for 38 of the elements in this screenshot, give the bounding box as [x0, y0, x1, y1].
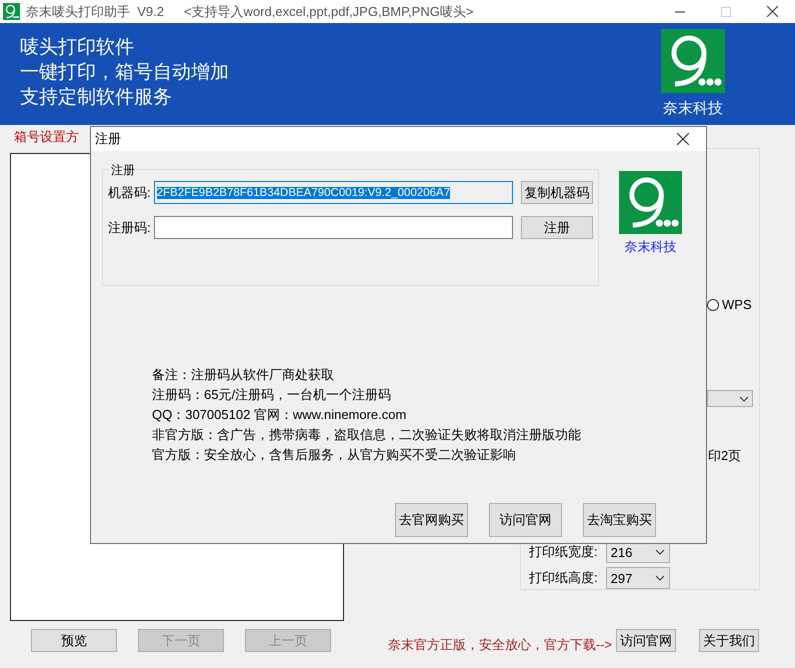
logo-icon — [661, 29, 725, 93]
note-text: 非官方版：含广告，携带病毒，盗取信息，二次验证失败将取消注册版功能 — [152, 426, 582, 443]
banner-text: 一键打印，箱号自动增加 — [20, 62, 229, 84]
field-label: 机器码: — [108, 184, 151, 202]
about-button[interactable]: 关于我们 — [699, 629, 759, 652]
machine-code-field[interactable]: 2FB2FE9B2B78F61B34DBEA790C0019:V9.2_000206A7 — [154, 181, 513, 204]
field-label: 注册码: — [108, 218, 151, 236]
page-button[interactable]: 预览 — [31, 629, 117, 652]
brand-name: 奈末科技 — [663, 99, 723, 118]
close-icon — [677, 133, 689, 145]
dialog-button[interactable]: 去官网购买 — [395, 503, 468, 537]
field-label: 打印纸宽度: — [529, 543, 598, 561]
logo-icon — [619, 171, 682, 234]
note-text: QQ：307005102 官网：www.ninemore.com — [152, 406, 408, 423]
maximize-icon — [721, 6, 731, 16]
register-button[interactable]: 注册 — [520, 216, 593, 239]
group-title: 注册 — [109, 162, 137, 179]
height-dropdown[interactable]: 297 — [606, 567, 670, 589]
note-text: 备注：注册码从软件厂商处获取 — [152, 366, 335, 383]
notice-text: 奈末官方正版，安全放心，官方下载--> — [388, 636, 612, 654]
option-label: 印2页 — [708, 447, 742, 465]
banner-text: 唛头打印软件 — [20, 37, 135, 59]
field-label: 打印纸高度: — [529, 569, 598, 587]
section-label: 箱号设置方 — [14, 128, 79, 145]
dialog-button[interactable]: 去淘宝购买 — [583, 503, 656, 537]
note-text: 注册码：65元/注册码，一台机一个注册码 — [152, 386, 392, 403]
logo-icon — [3, 3, 20, 20]
brand-link[interactable]: 奈末科技 — [624, 238, 676, 256]
close-icon — [766, 6, 778, 17]
dialog-title: 注册 — [95, 130, 121, 148]
window-subtitle: <支持导入word,excel,ppt,pdf,JPG,BMP,PNG唛头> — [184, 2, 474, 20]
dialog-button[interactable]: 访问官网 — [489, 503, 562, 537]
window-title: 奈末唛头打印助手 V9.2 — [26, 2, 164, 20]
banner-text: 支持定制软件服务 — [20, 87, 173, 109]
note-text: 官方版：安全放心，含售后服务，从官方购买不受二次验证影响 — [152, 446, 517, 463]
website-button[interactable]: 访问官网 — [616, 629, 676, 652]
copy-button[interactable]: 复制机器码 — [520, 181, 593, 204]
register-code-field[interactable] — [154, 216, 513, 239]
